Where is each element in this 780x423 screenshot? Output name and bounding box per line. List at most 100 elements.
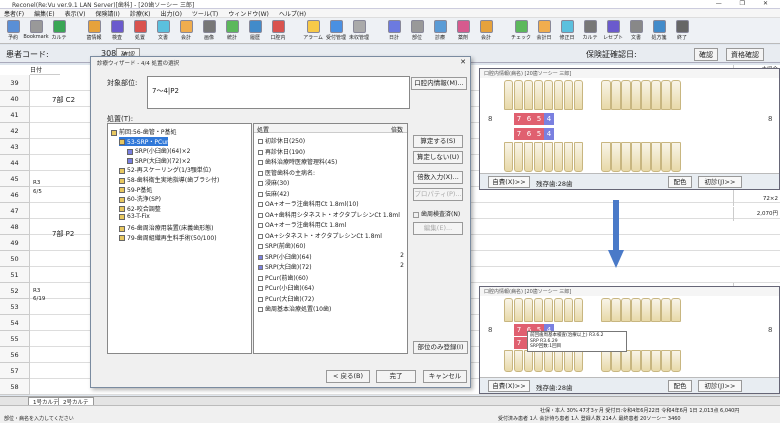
procedure-list-item[interactable]: 歯周基本治療処置(10歯)	[258, 304, 404, 313]
first-visit-button[interactable]: 初診(J)>>	[698, 176, 742, 188]
tooth-number-cell[interactable]	[554, 128, 564, 140]
upper-teeth-row[interactable]	[504, 80, 681, 110]
procedure-list[interactable]: 処置 倍数 初診休日(250) 再診休日(190) 歯科治療時医療管理料(45) 医管…	[253, 123, 408, 354]
tooth-icon[interactable]	[651, 350, 661, 372]
tooth-icon[interactable]	[611, 298, 621, 322]
tooth-number-cell[interactable]	[602, 113, 612, 125]
menu-item[interactable]: ヘルプ(H)	[279, 11, 306, 18]
tooth-icon[interactable]	[641, 298, 651, 322]
tooth-icon[interactable]	[631, 298, 641, 322]
tooth-number-cell[interactable]	[662, 337, 672, 349]
tooth-icon[interactable]	[504, 142, 514, 172]
self-pay-button[interactable]: 自費(X)>>	[488, 176, 530, 188]
tooth-number-cell[interactable]	[672, 113, 682, 125]
tooth-icon[interactable]	[543, 80, 554, 110]
procedure-list-item[interactable]: SRP(大臼歯)(72) 2	[258, 262, 404, 271]
tooth-number-cell[interactable]	[672, 128, 682, 140]
tooth-number-cell[interactable]: 7	[514, 113, 524, 125]
tree-item[interactable]: SRP(大臼歯)(72)×2	[127, 156, 190, 165]
tooth-icon[interactable]	[661, 142, 671, 172]
toolbar-button[interactable]: 会計	[175, 18, 197, 44]
tooth-icon[interactable]	[533, 80, 544, 110]
procedure-list-item[interactable]: 医管歯科の主病名:	[258, 168, 404, 177]
tooth-number-cell[interactable]	[504, 324, 514, 336]
tooth-icon[interactable]	[523, 350, 534, 372]
first-visit-button[interactable]: 初診(J)>>	[698, 380, 742, 392]
tooth-number-cell[interactable]	[632, 128, 642, 140]
tooth-icon[interactable]	[543, 142, 554, 172]
tooth-number-cell[interactable]	[554, 113, 564, 125]
toolbar-button[interactable]: 統計	[221, 18, 243, 44]
lower-number-row[interactable]: 7654	[504, 128, 682, 140]
tooth-number-cell[interactable]	[612, 113, 622, 125]
toolbar-button[interactable]: 薬剤	[452, 18, 474, 44]
tooth-number-cell[interactable]	[504, 128, 514, 140]
menu-item[interactable]: ウィンドウ(W)	[228, 11, 269, 18]
tooth-icon[interactable]	[671, 142, 681, 172]
tooth-icon[interactable]	[523, 80, 534, 110]
tooth-icon[interactable]	[601, 350, 611, 372]
tree-item[interactable]: SRP(小臼歯)(64)×2	[127, 146, 190, 155]
tooth-icon[interactable]	[533, 298, 544, 322]
toolbar-button[interactable]: 未収管理	[348, 18, 370, 44]
toolbar-button[interactable]: 部位	[406, 18, 428, 44]
no-calc-button[interactable]: 算定しない(U)	[413, 151, 463, 164]
tree-item[interactable]: 63-T-Fix	[119, 213, 150, 220]
tree-item[interactable]: 60-洗浄(SP)	[119, 194, 161, 203]
close-icon[interactable]: ✕	[460, 58, 466, 66]
upper-number-row[interactable]: 7654	[504, 113, 682, 125]
upper-teeth-row[interactable]	[504, 298, 681, 322]
tooth-number-cell[interactable]	[564, 128, 574, 140]
lower-teeth-row[interactable]	[504, 142, 681, 172]
procedure-list-item[interactable]: OA+オーラ注歯科用Ct 1.8ml(10)	[258, 199, 404, 208]
tooth-number-cell[interactable]	[672, 324, 682, 336]
menu-item[interactable]: 編集(E)	[34, 11, 54, 18]
lower-teeth-row[interactable]	[504, 350, 681, 372]
tooth-icon[interactable]	[523, 142, 534, 172]
tooth-number-cell[interactable]	[672, 337, 682, 349]
tooth-icon[interactable]	[573, 142, 584, 172]
procedure-list-item[interactable]: 浸麻(30)	[258, 178, 404, 187]
toolbar-button[interactable]: アラーム	[302, 18, 324, 44]
tooth-icon[interactable]	[504, 350, 514, 372]
tooth-number-cell[interactable]: 7	[514, 324, 524, 336]
tooth-number-cell[interactable]	[652, 113, 662, 125]
tooth-number-cell[interactable]	[662, 128, 672, 140]
tooth-number-cell[interactable]	[504, 113, 514, 125]
procedure-list-item[interactable]: 伝麻(42)	[258, 189, 404, 198]
tooth-icon[interactable]	[671, 298, 681, 322]
tooth-icon[interactable]	[523, 298, 534, 322]
procedure-list-item[interactable]: PCur(小臼歯)(64)	[258, 283, 404, 292]
menu-item[interactable]: 表示(V)	[65, 11, 86, 18]
procedure-list-item[interactable]: PCur(前歯)(60)	[258, 273, 404, 282]
toolbar-button[interactable]: Bookmark	[23, 18, 49, 44]
tooth-icon[interactable]	[504, 298, 514, 322]
tooth-number-cell[interactable]	[564, 113, 574, 125]
toolbar-button[interactable]: 修正日	[556, 18, 578, 44]
oral-info-button[interactable]: 口腔内情報(M)...	[411, 77, 467, 90]
tooth-icon[interactable]	[671, 80, 681, 110]
tooth-number-cell[interactable]: 7	[514, 128, 524, 140]
calc-button[interactable]: 算定する(S)	[413, 135, 463, 148]
menu-item[interactable]: 保険請(I)	[95, 11, 119, 18]
menu-item[interactable]: 出力(O)	[161, 11, 182, 18]
tooth-number-cell[interactable]: 6	[524, 128, 534, 140]
tooth-icon[interactable]	[611, 350, 621, 372]
tree-item[interactable]: 59-P基処	[119, 185, 152, 194]
tooth-icon[interactable]	[661, 80, 671, 110]
procedure-list-item[interactable]: 初診休日(250)	[258, 136, 404, 145]
tooth-icon[interactable]	[563, 80, 574, 110]
finish-button[interactable]: 完了	[376, 370, 416, 383]
toolbar-button[interactable]: レセプト	[602, 18, 624, 44]
tooth-number-cell[interactable]	[652, 128, 662, 140]
tooth-icon[interactable]	[651, 142, 661, 172]
tooth-icon[interactable]	[601, 298, 611, 322]
toolbar-button[interactable]: 日計	[383, 18, 405, 44]
tooth-icon[interactable]	[573, 80, 584, 110]
toolbar-button[interactable]: 画像	[198, 18, 220, 44]
tooth-number-cell[interactable]	[662, 324, 672, 336]
tooth-icon[interactable]	[661, 298, 671, 322]
procedure-list-item[interactable]: SRP(前歯)(60)	[258, 241, 404, 250]
toolbar-button[interactable]: 歯情報	[83, 18, 105, 44]
tooth-number-cell[interactable]	[652, 324, 662, 336]
